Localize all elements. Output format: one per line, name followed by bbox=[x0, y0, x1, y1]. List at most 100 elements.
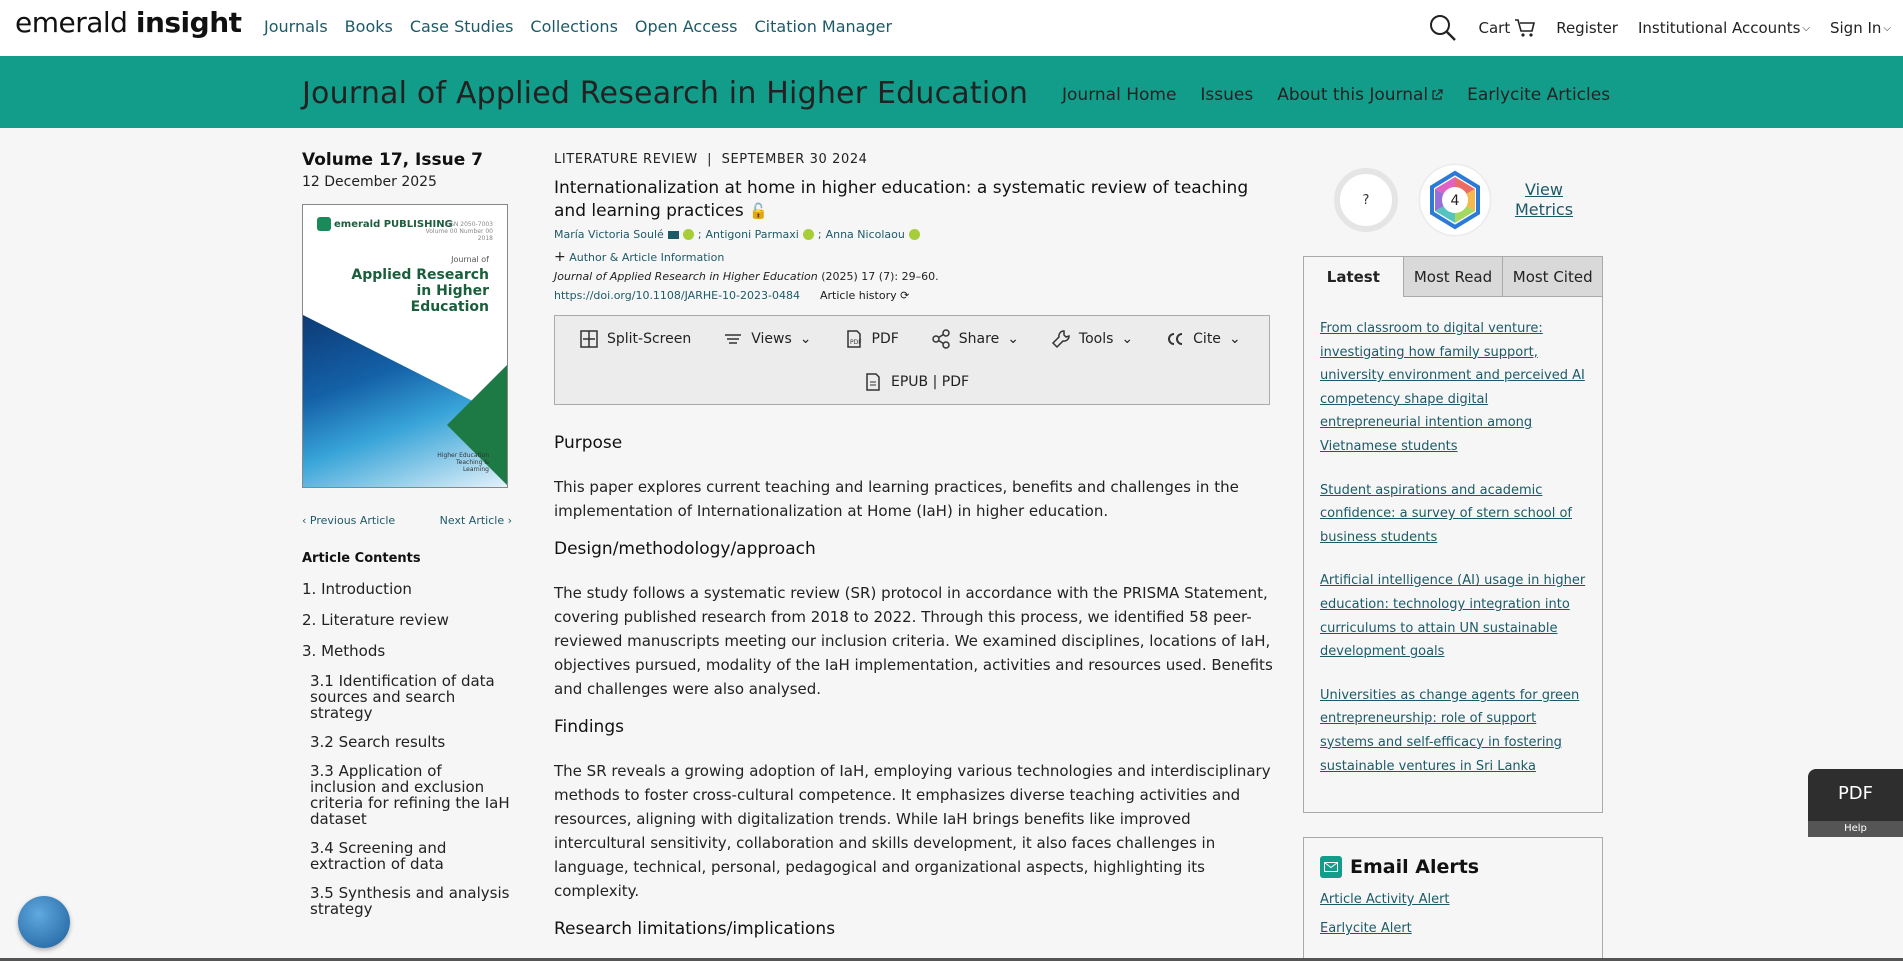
design-text: The study follows a systematic review (S… bbox=[554, 584, 1273, 698]
email-alerts-panel: Email Alerts Article Activity Alert Earl… bbox=[1303, 837, 1603, 961]
latest-article-link[interactable]: From classroom to digital venture: inves… bbox=[1320, 317, 1586, 459]
toc-subitem[interactable]: 3.1 Identification of data sources and s… bbox=[310, 673, 510, 721]
toc-item[interactable]: 1. Introduction bbox=[302, 580, 512, 598]
floating-pdf-button[interactable]: PDF Help bbox=[1808, 769, 1903, 837]
epub-pdf-button[interactable]: EPUB | PDF bbox=[863, 372, 969, 392]
toc-item[interactable]: 3. Methods bbox=[302, 642, 512, 660]
author-link[interactable]: Antigoni Parmaxi bbox=[706, 228, 799, 241]
view-metrics-link[interactable]: View Metrics bbox=[1514, 180, 1574, 220]
purpose-heading: Purpose bbox=[554, 433, 623, 453]
article-date: SEPTEMBER 30 2024 bbox=[721, 152, 868, 167]
dimensions-badge[interactable]: 4 bbox=[1420, 165, 1490, 235]
article-main: LITERATURE REVIEW | SEPTEMBER 30 2024 In… bbox=[554, 152, 1274, 939]
pdf-label: PDF bbox=[871, 331, 899, 347]
metrics-widget: ? 4 View Metrics bbox=[1334, 165, 1574, 235]
tab-latest[interactable]: Latest bbox=[1304, 257, 1404, 297]
nav-collections[interactable]: Collections bbox=[530, 17, 617, 36]
design-heading: Design/methodology/approach bbox=[554, 539, 816, 559]
author-list: María Victoria Soulé ; Antigoni Parmaxi … bbox=[554, 228, 1272, 241]
site-logo[interactable]: emerald insight bbox=[15, 6, 242, 39]
views-dropdown[interactable]: Views ⌄ bbox=[723, 329, 812, 349]
history-icon: ⟳ bbox=[900, 289, 910, 302]
research-limitations-heading: Research limitations/implications bbox=[554, 919, 836, 939]
toc-subitem[interactable]: 3.4 Screening and extraction of data bbox=[310, 840, 510, 872]
findings-heading: Findings bbox=[554, 717, 624, 737]
article-contents-title: Article Contents bbox=[302, 551, 421, 566]
dimensions-icon: 4 bbox=[1430, 170, 1480, 230]
previous-article-label: Previous Article bbox=[309, 514, 396, 527]
article-activity-alert-link[interactable]: Article Activity Alert bbox=[1320, 892, 1586, 907]
issues-link[interactable]: Issues bbox=[1200, 85, 1253, 105]
open-access-lock-icon: 🔓 bbox=[749, 202, 768, 220]
earlycite-alert-link[interactable]: Earlycite Alert bbox=[1320, 921, 1586, 936]
institutional-accounts-menu[interactable]: Institutional Accounts ⌵ bbox=[1638, 19, 1810, 37]
split-screen-label: Split-Screen bbox=[607, 331, 692, 347]
nav-open-access[interactable]: Open Access bbox=[635, 17, 738, 36]
epub-pdf-label: EPUB | PDF bbox=[891, 374, 970, 390]
cover-footer: Higher Education Teaching & Learning bbox=[437, 452, 489, 473]
nav-citation-manager[interactable]: Citation Manager bbox=[755, 17, 893, 36]
nav-journals[interactable]: Journals bbox=[264, 17, 328, 36]
menu-lines-icon bbox=[725, 334, 742, 344]
article-history-toggle[interactable]: Article history ⟳ bbox=[820, 289, 909, 302]
earlycite-link[interactable]: Earlycite Articles bbox=[1467, 85, 1610, 105]
toc-item[interactable]: 2. Literature review bbox=[302, 611, 512, 629]
orcid-icon[interactable] bbox=[908, 229, 920, 240]
orcid-icon[interactable] bbox=[802, 229, 814, 240]
search-icon[interactable] bbox=[1428, 13, 1458, 43]
envelope-icon[interactable] bbox=[667, 230, 679, 239]
nav-books[interactable]: Books bbox=[345, 17, 393, 36]
toc-subitem[interactable]: 3.3 Application of inclusion and exclusi… bbox=[310, 763, 510, 827]
toc-subitem[interactable]: 3.5 Synthesis and analysis strategy bbox=[310, 885, 510, 917]
quote-icon bbox=[1168, 333, 1183, 345]
split-screen-button[interactable]: Split-Screen bbox=[579, 329, 691, 349]
sign-in-menu[interactable]: Sign In ⌵ bbox=[1830, 19, 1891, 37]
tab-most-cited[interactable]: Most Cited bbox=[1503, 257, 1603, 297]
journal-banner: Journal of Applied Research in Higher Ed… bbox=[0, 56, 1903, 128]
tools-dropdown[interactable]: Tools ⌄ bbox=[1051, 329, 1133, 349]
nav-case-studies[interactable]: Case Studies bbox=[410, 17, 514, 36]
altmetric-badge[interactable]: ? bbox=[1334, 168, 1398, 232]
issue-volume[interactable]: Volume 17, Issue 7 bbox=[302, 150, 512, 170]
tab-most-read[interactable]: Most Read bbox=[1403, 257, 1504, 297]
tools-label: Tools bbox=[1078, 331, 1114, 347]
cover-title: Applied Research in Higher Education bbox=[351, 267, 489, 315]
chevron-down-icon: ⌄ bbox=[1228, 331, 1241, 347]
about-journal-link[interactable]: About this Journal bbox=[1277, 85, 1443, 105]
floating-pdf-label: PDF bbox=[1837, 783, 1874, 804]
doi-link[interactable]: https://doi.org/10.1108/JARHE-10-2023-04… bbox=[554, 289, 800, 302]
purpose-text: This paper explores current teaching and… bbox=[554, 478, 1239, 520]
about-journal-label: About this Journal bbox=[1277, 85, 1429, 105]
orcid-icon[interactable] bbox=[682, 229, 694, 240]
issue-date: 12 December 2025 bbox=[302, 174, 437, 190]
mail-icon bbox=[1320, 856, 1342, 878]
share-dropdown[interactable]: Share ⌄ bbox=[931, 329, 1019, 349]
plus-icon: + bbox=[554, 249, 566, 265]
cart-link[interactable]: Cart bbox=[1478, 18, 1536, 38]
cover-issn: ISSN 2050-7003 Volume 00 Number 00 2018 bbox=[425, 221, 493, 242]
chat-assistant-icon[interactable] bbox=[18, 896, 70, 948]
previous-article-link[interactable]: ‹ Previous Article bbox=[302, 514, 395, 527]
pdf-button[interactable]: PDF PDF bbox=[844, 329, 899, 349]
article-title: Internationalization at home in higher e… bbox=[554, 177, 1274, 223]
left-sidebar: Volume 17, Issue 7 12 December 2025 emer… bbox=[302, 150, 512, 930]
author-link[interactable]: Anna Nicolaou bbox=[826, 228, 905, 241]
toc-subitem[interactable]: 3.2 Search results bbox=[310, 734, 510, 750]
article-title-text: Internationalization at home in higher e… bbox=[554, 178, 1249, 221]
latest-article-link[interactable]: Student aspirations and academic confide… bbox=[1320, 479, 1586, 550]
help-tab[interactable]: Help bbox=[1808, 821, 1903, 837]
author-info-toggle[interactable]: + Author & Article Information bbox=[554, 249, 1272, 265]
latest-article-link[interactable]: Universities as change agents for green … bbox=[1320, 684, 1586, 778]
register-link[interactable]: Register bbox=[1556, 19, 1618, 37]
journal-home-link[interactable]: Journal Home bbox=[1062, 85, 1176, 105]
journal-title[interactable]: Journal of Applied Research in Higher Ed… bbox=[302, 76, 1028, 111]
journal-cover-image[interactable]: emerald PUBLISHING ISSN 2050-7003 Volume… bbox=[302, 204, 508, 488]
latest-article-link[interactable]: Artificial intelligence (AI) usage in hi… bbox=[1320, 569, 1586, 663]
article-history-label: Article history bbox=[819, 289, 897, 302]
related-tabs: Latest Most Read Most Cited bbox=[1304, 257, 1603, 297]
next-article-link[interactable]: Next Article › bbox=[440, 514, 512, 527]
citation-line: Journal of Applied Research in Higher Ed… bbox=[554, 270, 1272, 283]
cite-dropdown[interactable]: Cite ⌄ bbox=[1165, 329, 1241, 349]
author-link[interactable]: María Victoria Soulé bbox=[554, 228, 664, 241]
institutional-label: Institutional Accounts bbox=[1637, 19, 1801, 37]
